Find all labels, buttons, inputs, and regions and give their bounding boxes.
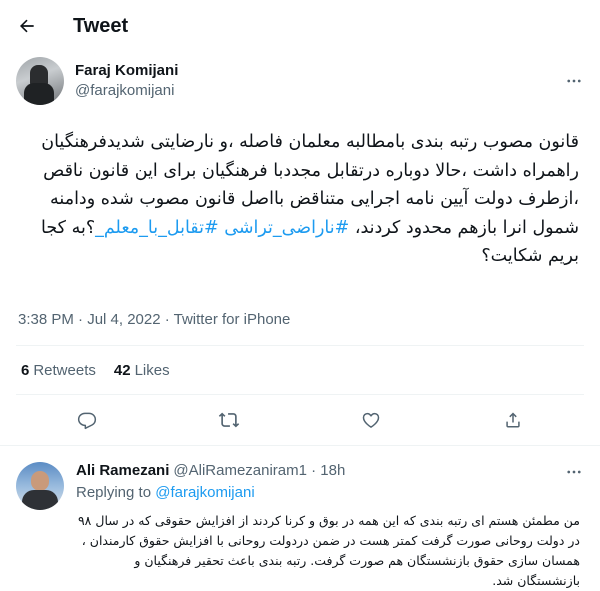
author-avatar[interactable] [16,57,64,105]
author-name[interactable]: Faraj Komijani [75,61,564,81]
tweet-author: Faraj Komijani @farajkomijani [0,52,600,106]
more-options-icon[interactable] [564,71,584,91]
retweets-label: Retweets [33,361,96,379]
replying-prefix: Replying to [76,484,152,501]
hashtag-link[interactable]: #تقابل_با_معلم_ [95,218,219,238]
retweets-stat[interactable]: 6 Retweets [21,362,96,379]
author-handle[interactable]: @farajkomijani [75,81,564,101]
retweet-icon[interactable] [211,402,247,438]
replying-to: Replying to @farajkomijani [76,483,584,503]
more-options-icon[interactable] [564,462,584,482]
tweet-stats: 6 Retweets 42 Likes [0,346,600,394]
tweet-timestamp[interactable]: 3:38 PM · Jul 4, 2022 · Twitter for iPho… [0,307,600,345]
top-bar: Tweet [0,0,600,52]
mention-link[interactable]: @farajkomijani [155,484,254,501]
reply-tweet[interactable]: Ali Ramezani @AliRamezaniram1 · 18h Repl… [0,446,600,591]
tweet-actions [0,395,600,445]
reply-author-name[interactable]: Ali Ramezani [76,461,169,481]
retweets-count: 6 [21,361,30,379]
like-icon[interactable] [353,402,389,438]
tweet-text: قانون مصوب رتبه بندی بامطالبه معلمان فاص… [0,128,600,302]
hashtag-link[interactable]: #ناراضی_تراشی [224,218,349,238]
reply-text: من مطمئن هستم ای رتبه بندی که این همه در… [77,513,580,588]
likes-count: 42 [113,361,131,379]
share-icon[interactable] [495,402,531,438]
likes-label: Likes [134,361,170,379]
reply-handle-time[interactable]: @AliRamezaniram1 · 18h [173,461,345,481]
reply-body: Ali Ramezani @AliRamezaniram1 · 18h Repl… [76,461,584,591]
author-names: Faraj Komijani @farajkomijani [75,61,564,101]
reply-avatar[interactable] [16,462,64,510]
reply-icon[interactable] [69,402,105,438]
reply-header: Ali Ramezani @AliRamezaniram1 · 18h [76,461,584,481]
back-arrow-icon[interactable] [16,15,38,37]
page-title: Tweet [73,14,129,37]
likes-stat[interactable]: 42 Likes [114,362,170,379]
